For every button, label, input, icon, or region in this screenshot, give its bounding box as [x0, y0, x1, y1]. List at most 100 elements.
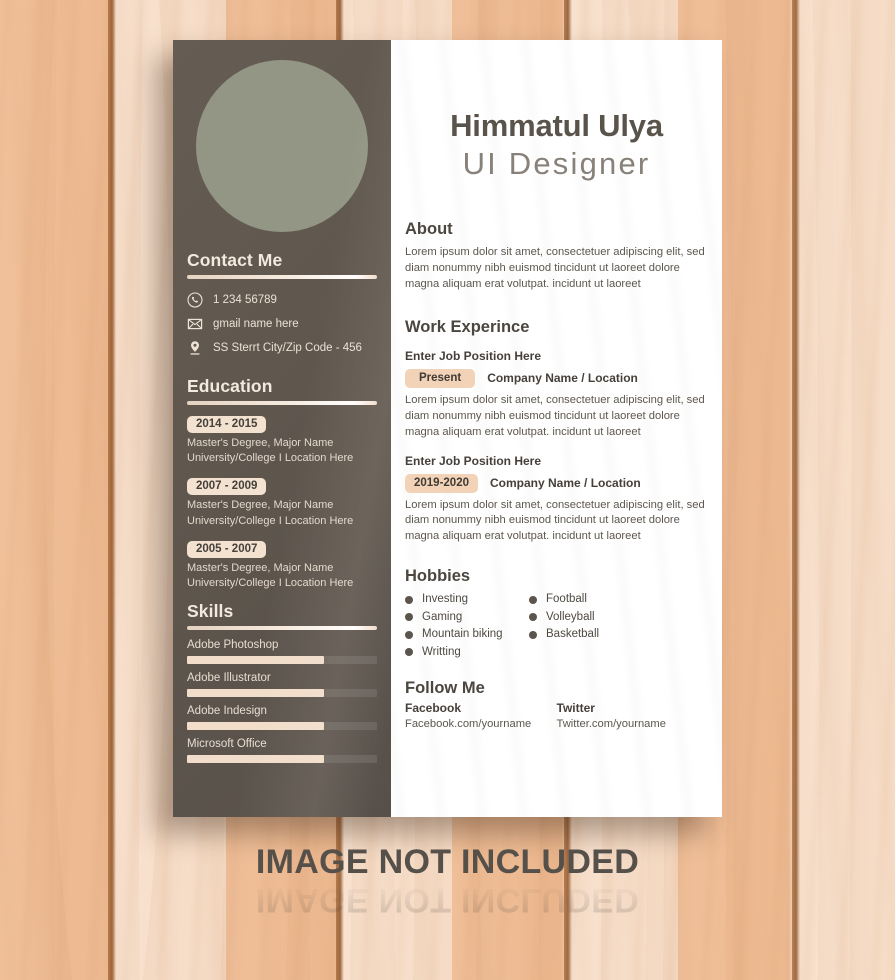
- experience-heading: Work Experince: [405, 317, 530, 336]
- education-dates: 2005 - 2007: [187, 540, 267, 558]
- avatar: [196, 60, 368, 232]
- hobby-item: Gaming: [405, 609, 529, 626]
- education-item: 2014 - 2015 Master's Degree, Major Name …: [187, 414, 377, 466]
- page-title: Himmatul Ulya: [450, 108, 663, 143]
- experience-section: Work Experince Enter Job Position Here P…: [405, 318, 708, 546]
- hobbies-grid: Investing Gaming Mountain biking Writtin…: [405, 591, 708, 661]
- education-degree: Master's Degree, Major Name: [187, 561, 334, 574]
- skill-progress-fill: [187, 722, 324, 731]
- hobby-label: Gaming: [422, 610, 463, 623]
- education-institution: University/College I Location Here: [187, 514, 354, 527]
- education-degree: Master's Degree, Major Name: [187, 499, 334, 512]
- skill-progress-fill: [187, 656, 324, 665]
- education-section: Education 2014 - 2015 Master's Degree, M…: [187, 376, 377, 591]
- education-dates: 2014 - 2015: [187, 416, 267, 434]
- job-meta: Present Company Name / Location: [405, 368, 708, 388]
- skills-section: Skills Adobe Photoshop Adobe Illustrator…: [187, 601, 377, 764]
- hobbies-section: Hobbies Investing Gaming Mountain biking…: [405, 567, 708, 661]
- education-degree: Master's Degree, Major Name: [187, 437, 334, 450]
- social-item-twitter[interactable]: Twitter Twitter.com/yourname: [557, 701, 709, 730]
- bullet-icon: [529, 596, 537, 605]
- bullet-icon: [529, 613, 537, 622]
- watermark-text: IMAGE NOT INCLUDED: [255, 843, 640, 881]
- contact-phone-value: 1 234 56789: [213, 294, 277, 306]
- job-dates-badge: Present: [405, 368, 476, 388]
- skill-label: Adobe Photoshop: [187, 639, 279, 652]
- skill-progress-track: [187, 656, 377, 665]
- skill-label: Adobe Indesign: [187, 705, 267, 718]
- education-dates: 2007 - 2009: [187, 478, 267, 496]
- job-company: Company Name / Location: [487, 371, 638, 386]
- resume-card: Contact Me 1 234 56789 gmail name here S…: [173, 40, 722, 817]
- main-panel: Himmatul Ulya UI Designer About Lorem ip…: [391, 40, 722, 817]
- skill-progress-track: [187, 722, 377, 731]
- hobby-item: Football: [529, 591, 653, 608]
- watermark-reflection: IMAGE NOT INCLUDED: [255, 881, 640, 919]
- about-section: About Lorem ipsum dolor sit amet, consec…: [405, 220, 708, 293]
- hobbies-column-two: Football Volleyball Basketball: [529, 591, 653, 661]
- skill-item: Adobe Indesign: [187, 705, 377, 731]
- education-item: 2005 - 2007 Master's Degree, Major Name …: [187, 539, 377, 591]
- education-divider: [187, 401, 377, 405]
- skill-item: Adobe Illustrator: [187, 672, 377, 698]
- social-item-facebook[interactable]: Facebook Facebook.com/yourname: [405, 701, 557, 730]
- bullet-icon: [529, 630, 537, 639]
- hobby-label: Investing: [422, 593, 469, 606]
- hobby-label: Volleyball: [546, 610, 595, 623]
- contact-row-phone[interactable]: 1 234 56789: [187, 288, 377, 312]
- contact-divider: [187, 275, 377, 279]
- skill-item: Adobe Photoshop: [187, 639, 377, 665]
- contact-email-value: gmail name here: [213, 318, 299, 330]
- follow-section: Follow Me Facebook Facebook.com/yourname…: [405, 679, 708, 730]
- job-position: Enter Job Position Here: [405, 348, 542, 363]
- hobby-label: Football: [546, 593, 587, 606]
- skill-item: Microsoft Office: [187, 738, 377, 764]
- experience-item: Enter Job Position Here 2019-2020 Compan…: [405, 454, 708, 546]
- skill-progress-fill: [187, 689, 324, 698]
- bullet-icon: [405, 630, 413, 639]
- job-description: Lorem ipsum dolor sit amet, consectetuer…: [405, 393, 705, 438]
- contact-row-location[interactable]: SS Sterrt City/Zip Code - 456: [187, 336, 377, 360]
- skill-label: Adobe Illustrator: [187, 672, 271, 685]
- hobby-item: Writting: [405, 644, 529, 661]
- social-network-name: Twitter: [556, 701, 595, 716]
- skill-label: Microsoft Office: [187, 738, 267, 751]
- job-title: UI Designer: [462, 146, 651, 181]
- hobby-label: Mountain biking: [422, 628, 503, 641]
- hobby-label: Basketball: [546, 628, 600, 641]
- job-position: Enter Job Position Here: [405, 453, 542, 468]
- bullet-icon: [405, 648, 413, 657]
- hobby-item: Volleyball: [529, 609, 653, 626]
- skills-heading: Skills: [187, 601, 234, 622]
- location-icon: [187, 340, 203, 356]
- social-handle: Twitter.com/yourname: [556, 718, 666, 731]
- education-item: 2007 - 2009 Master's Degree, Major Name …: [187, 476, 377, 528]
- skill-progress-fill: [187, 755, 324, 764]
- about-text: Lorem ipsum dolor sit amet, consectetuer…: [405, 246, 705, 290]
- contact-heading: Contact Me: [187, 250, 283, 270]
- education-institution: University/College I Location Here: [187, 577, 354, 590]
- hobby-item: Basketball: [529, 626, 653, 643]
- job-meta: 2019-2020 Company Name / Location: [405, 473, 708, 493]
- hobbies-column-one: Investing Gaming Mountain biking Writtin…: [405, 591, 529, 661]
- education-institution: University/College I Location Here: [187, 452, 354, 465]
- follow-heading: Follow Me: [405, 679, 485, 698]
- contact-section: Contact Me 1 234 56789 gmail name here S…: [187, 250, 377, 360]
- email-icon: [187, 316, 203, 332]
- hobby-item: Mountain biking: [405, 626, 529, 643]
- social-network-name: Facebook: [405, 701, 462, 716]
- sidebar-panel: Contact Me 1 234 56789 gmail name here S…: [173, 40, 391, 817]
- contact-location-value: SS Sterrt City/Zip Code - 456: [213, 342, 362, 354]
- social-handle: Facebook.com/yourname: [405, 718, 532, 731]
- job-dates-badge: 2019-2020: [405, 473, 478, 493]
- bullet-icon: [405, 613, 413, 622]
- experience-item: Enter Job Position Here Present Company …: [405, 349, 708, 441]
- bullet-icon: [405, 596, 413, 605]
- about-heading: About: [405, 220, 453, 238]
- education-heading: Education: [187, 376, 273, 396]
- job-company: Company Name / Location: [490, 476, 641, 491]
- skills-divider: [187, 626, 377, 631]
- contact-row-email[interactable]: gmail name here: [187, 312, 377, 336]
- hobby-label: Writting: [422, 645, 461, 658]
- skill-progress-track: [187, 755, 377, 764]
